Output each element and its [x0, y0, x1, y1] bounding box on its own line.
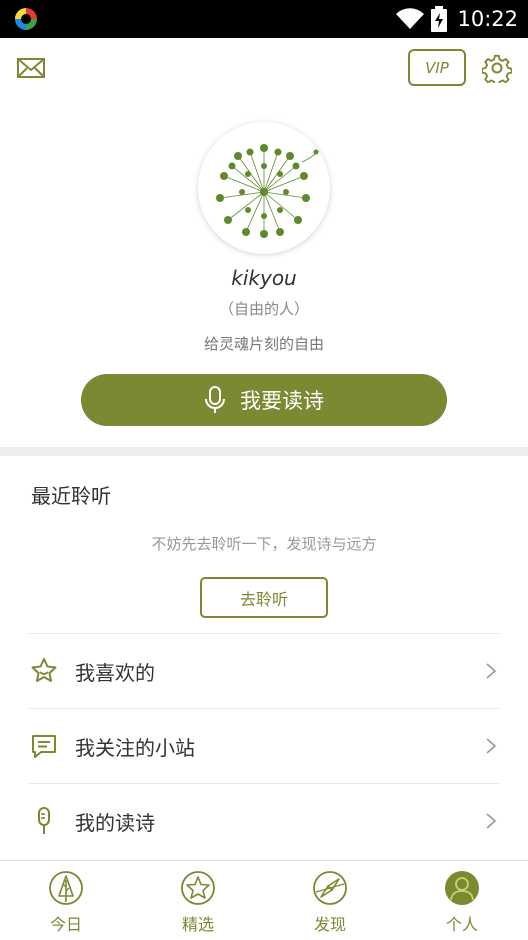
tab-profile[interactable]: 个人 [396, 861, 528, 940]
bottom-nav: 今日 精选 发现 个人 [0, 860, 528, 940]
tab-discover[interactable]: 发现 [264, 861, 396, 940]
tab-today[interactable]: 今日 [0, 861, 132, 940]
compass-icon [313, 871, 347, 905]
recent-listening-title: 最近聆听 [31, 484, 111, 508]
star-icon [31, 658, 57, 682]
menu-item-my-readings[interactable]: 我的读诗 [29, 784, 499, 858]
mail-icon[interactable] [16, 56, 46, 80]
header: VIP [0, 38, 528, 98]
tab-featured[interactable]: 精选 [132, 861, 264, 940]
battery-icon [431, 6, 448, 32]
read-poem-button[interactable]: 我要读诗 [81, 374, 447, 426]
vip-button[interactable]: VIP [408, 49, 466, 86]
empty-hint: 不妨先去聆听一下，发现诗与远方 [151, 535, 377, 553]
avatar[interactable] [198, 122, 330, 254]
section-divider [0, 447, 528, 456]
wifi-icon [396, 8, 425, 29]
clock: 10:22 [457, 7, 518, 31]
tab-label: 精选 [181, 915, 214, 934]
tab-label: 个人 [445, 915, 478, 934]
menu-item-label: 我关注的小站 [75, 735, 195, 760]
menu-item-favorites[interactable]: 我喜欢的 [29, 634, 499, 708]
username: kikyou [231, 266, 297, 290]
status-bar: 10:22 [0, 0, 528, 38]
microphone-icon [205, 386, 225, 413]
tree-icon [49, 871, 83, 905]
gear-icon[interactable] [482, 53, 512, 83]
user-bio: 给灵魂片刻的自由 [203, 335, 324, 353]
chevron-right-icon [486, 813, 497, 829]
go-listen-button[interactable]: 去聆听 [200, 577, 328, 618]
tab-label: 今日 [49, 915, 82, 934]
chat-bubble-icon [32, 735, 56, 758]
tab-label: 发现 [313, 915, 346, 934]
star-icon [181, 871, 215, 905]
chevron-right-icon [486, 663, 497, 679]
read-poem-label: 我要读诗 [240, 389, 324, 413]
app-logo-icon [15, 8, 37, 30]
menu-item-followed-stations[interactable]: 我关注的小站 [29, 709, 499, 783]
user-tagline: （自由的人） [218, 300, 309, 318]
menu-item-label: 我的读诗 [75, 810, 155, 835]
menu-item-label: 我喜欢的 [75, 660, 155, 685]
dandelion-avatar-image [216, 141, 327, 238]
chevron-right-icon [486, 738, 497, 754]
microphone-icon [38, 807, 50, 834]
person-icon [445, 871, 479, 905]
